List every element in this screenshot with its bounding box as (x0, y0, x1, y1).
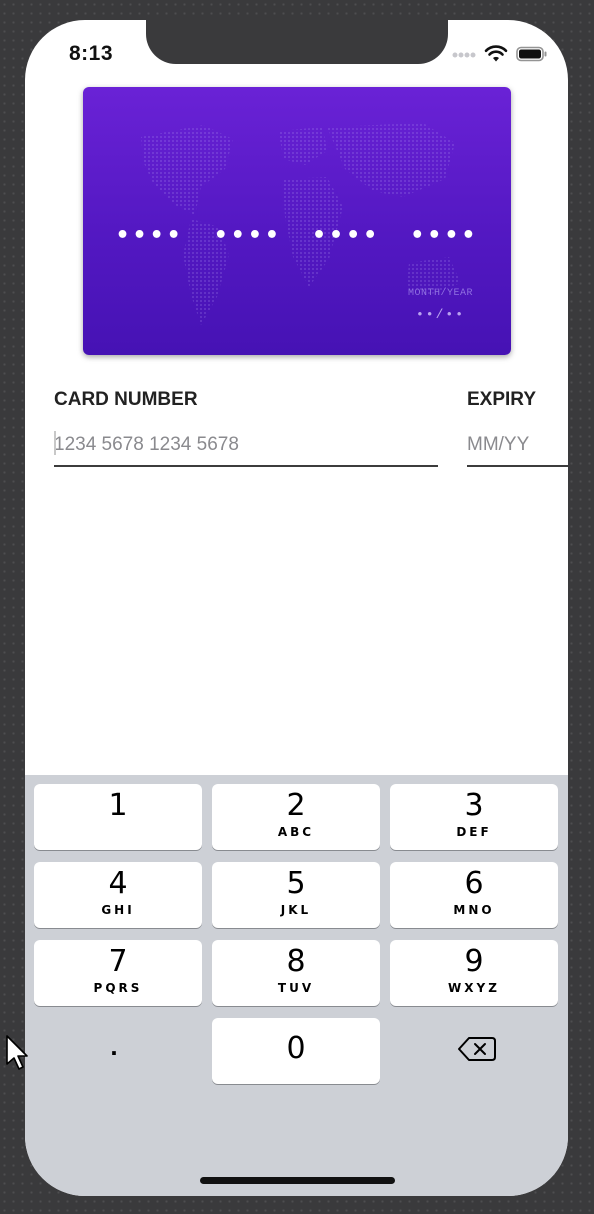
key-letters: PQRS (93, 981, 143, 995)
card-number-group: •••• (115, 223, 184, 248)
key-letters: JKL (280, 903, 312, 917)
key-2[interactable]: 2 ABC (212, 784, 380, 850)
expiry-input[interactable] (467, 425, 568, 467)
phone-screen: 8:13 •••• •••• •••• •••• MONTH/YEAR ••/•… (25, 20, 568, 1196)
key-4[interactable]: 4 GHI (34, 862, 202, 928)
key-digit: 9 (464, 944, 484, 979)
key-letters: DEF (456, 825, 492, 839)
wifi-icon (484, 45, 508, 62)
key-6[interactable]: 6 MNO (390, 862, 558, 928)
credit-card-preview: •••• •••• •••• •••• MONTH/YEAR ••/•• (83, 87, 511, 355)
key-digit: 3 (464, 788, 484, 823)
status-icons (452, 45, 548, 63)
card-number-group: •••• (410, 223, 479, 248)
text-cursor (54, 431, 56, 455)
card-number-label: CARD NUMBER (54, 389, 198, 410)
key-digit: 4 (108, 866, 128, 901)
key-letters: WXYZ (448, 981, 500, 995)
key-letters: MNO (453, 903, 495, 917)
numeric-keypad: 1 2 ABC 3 DEF 4 GHI 5 JKL 6 MNO 7 PQRS 8 (25, 775, 568, 1196)
key-digit: 1 (108, 788, 128, 823)
key-5[interactable]: 5 JKL (212, 862, 380, 928)
key-1[interactable]: 1 (34, 784, 202, 850)
key-letters: ABC (277, 825, 315, 839)
backspace-icon[interactable] (457, 1034, 497, 1064)
key-9[interactable]: 9 WXYZ (390, 940, 558, 1006)
notch (146, 20, 448, 64)
battery-icon (516, 46, 547, 62)
decimal-key[interactable]: . (104, 1031, 124, 1061)
card-number-preview: •••• •••• •••• •••• (83, 225, 511, 247)
home-indicator (200, 1177, 395, 1184)
card-number-input[interactable] (54, 425, 438, 467)
key-3[interactable]: 3 DEF (390, 784, 558, 850)
card-number-group: •••• (213, 223, 282, 248)
status-time: 8:13 (69, 42, 114, 65)
card-number-group: •••• (312, 223, 381, 248)
card-expiry-label: MONTH/YEAR (407, 288, 473, 299)
key-0[interactable]: 0 (212, 1018, 380, 1084)
key-letters: GHI (101, 903, 135, 917)
key-digit: 8 (286, 944, 306, 979)
signal-dots-icon (452, 52, 476, 58)
key-letters: TUV (277, 981, 315, 995)
card-expiry-preview: ••/•• (415, 307, 465, 322)
mouse-pointer-icon (6, 1035, 28, 1070)
key-digit: 7 (108, 944, 128, 979)
key-7[interactable]: 7 PQRS (34, 940, 202, 1006)
key-8[interactable]: 8 TUV (212, 940, 380, 1006)
key-digit: 2 (286, 788, 306, 823)
key-digit: 5 (286, 866, 306, 901)
expiry-label: EXPIRY (467, 389, 536, 410)
key-digit: 6 (464, 866, 484, 901)
key-digit: 0 (286, 1031, 306, 1066)
